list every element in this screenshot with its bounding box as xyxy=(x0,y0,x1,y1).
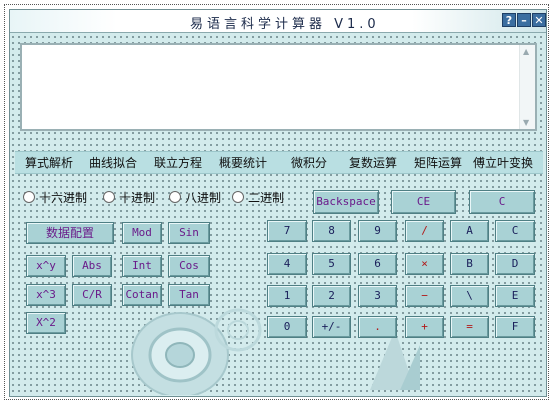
cos-button[interactable]: Cos xyxy=(168,255,210,277)
radio-label: 八进制 xyxy=(185,191,222,205)
tan-button[interactable]: Tan xyxy=(168,284,210,306)
menu-simultaneous-equations[interactable]: 联立方程 xyxy=(154,154,202,171)
display-scrollbar[interactable]: ▲ ▼ xyxy=(519,45,535,129)
key-7[interactable]: 7 xyxy=(267,220,307,242)
radio-label: 十六进制 xyxy=(39,191,88,205)
key-a[interactable]: A xyxy=(450,220,489,242)
key-e[interactable]: E xyxy=(495,285,535,307)
abs-button[interactable]: Abs xyxy=(72,255,112,277)
radio-decimal[interactable]: 十进制 xyxy=(103,189,155,205)
radio-circle-icon[interactable] xyxy=(169,191,181,203)
window-title: 易语言科学计算器 V1.0 xyxy=(190,17,380,32)
data-config-button[interactable]: 数据配置 xyxy=(26,222,114,244)
radio-octal[interactable]: 八进制 xyxy=(169,189,221,205)
key-3[interactable]: 3 xyxy=(358,285,397,307)
key-9[interactable]: 9 xyxy=(358,220,397,242)
x-pow-y-button[interactable]: x^y xyxy=(26,255,66,277)
key-negate[interactable]: +/- xyxy=(312,316,351,338)
menu-complex-numbers[interactable]: 复数运算 xyxy=(349,154,397,171)
radio-hexadecimal[interactable]: 十六进制 xyxy=(23,189,87,205)
title-bar: 易语言科学计算器 V1.0 ? – ✕ xyxy=(10,10,546,33)
calculator-window: 易语言科学计算器 V1.0 ? – ✕ ▲ ▼ 算式解析 曲线拟合 联立方程 概… xyxy=(9,9,547,397)
key-6[interactable]: 6 xyxy=(358,253,397,275)
menu-summary-statistics[interactable]: 概要统计 xyxy=(219,154,267,171)
radio-label: 二进制 xyxy=(248,191,285,205)
key-2[interactable]: 2 xyxy=(312,285,351,307)
key-f[interactable]: F xyxy=(495,316,535,338)
radio-circle-icon[interactable] xyxy=(103,191,115,203)
scroll-up-icon[interactable]: ▲ xyxy=(523,47,529,56)
int-button[interactable]: Int xyxy=(122,255,162,277)
cr-button[interactable]: C/R xyxy=(72,284,112,306)
minimize-button[interactable]: – xyxy=(517,13,531,27)
clear-entry-button[interactable]: CE xyxy=(391,190,456,214)
key-backslash[interactable]: \ xyxy=(450,285,489,307)
radio-binary[interactable]: 二进制 xyxy=(232,189,284,205)
menu-curve-fit[interactable]: 曲线拟合 xyxy=(89,154,137,171)
x-squared-button[interactable]: X^2 xyxy=(26,312,66,334)
key-1[interactable]: 1 xyxy=(267,285,307,307)
sin-button[interactable]: Sin xyxy=(168,222,210,244)
key-decimal-point[interactable]: . xyxy=(358,316,397,338)
key-4[interactable]: 4 xyxy=(267,253,307,275)
help-button[interactable]: ? xyxy=(502,13,516,27)
key-b[interactable]: B xyxy=(450,253,489,275)
radio-label: 十进制 xyxy=(119,191,156,205)
clear-button[interactable]: C xyxy=(469,190,535,214)
key-plus[interactable]: + xyxy=(405,316,444,338)
decorative-disc-graphic xyxy=(131,308,420,395)
key-5[interactable]: 5 xyxy=(312,253,351,275)
key-equals[interactable]: = xyxy=(450,316,489,338)
scroll-down-icon[interactable]: ▼ xyxy=(523,118,529,127)
result-display[interactable]: ▲ ▼ xyxy=(20,43,537,131)
cotan-button[interactable]: Cotan xyxy=(122,284,162,306)
key-c[interactable]: C xyxy=(495,220,535,242)
menu-calculus[interactable]: 微积分 xyxy=(291,154,327,171)
radio-circle-icon[interactable] xyxy=(23,191,35,203)
key-d[interactable]: D xyxy=(495,253,535,275)
backspace-button[interactable]: Backspace xyxy=(313,190,379,214)
key-0[interactable]: 0 xyxy=(267,316,307,338)
menu-expression-parse[interactable]: 算式解析 xyxy=(25,154,73,171)
key-divide[interactable]: / xyxy=(405,220,444,242)
menu-fourier-transform[interactable]: 傅立叶变换 xyxy=(473,154,533,171)
menu-matrix[interactable]: 矩阵运算 xyxy=(414,154,462,171)
radio-circle-icon[interactable] xyxy=(232,191,244,203)
mod-button[interactable]: Mod xyxy=(122,222,162,244)
stage: 易语言科学计算器 V1.0 ? – ✕ ▲ ▼ 算式解析 曲线拟合 联立方程 概… xyxy=(0,0,554,405)
key-8[interactable]: 8 xyxy=(312,220,351,242)
close-button[interactable]: ✕ xyxy=(532,13,546,27)
key-multiply[interactable]: × xyxy=(405,253,444,275)
key-minus[interactable]: − xyxy=(405,285,444,307)
feature-menu: 算式解析 曲线拟合 联立方程 概要统计 微积分 复数运算 矩阵运算 傅立叶变换 xyxy=(15,151,543,174)
x-cubed-button[interactable]: x^3 xyxy=(26,284,66,306)
